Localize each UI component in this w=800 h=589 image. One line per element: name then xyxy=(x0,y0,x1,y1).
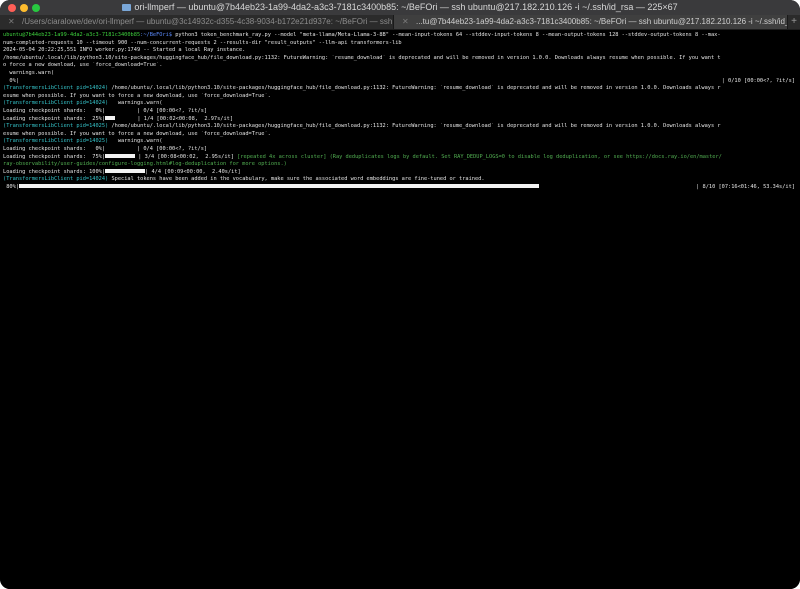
log-text: Special tokens have been added in the vo… xyxy=(108,176,485,183)
terminal-line: (TransformersLibClient pid=14024) warnin… xyxy=(3,100,797,108)
pid-prefix: (TransformersLibClient pid=14025) xyxy=(3,123,109,130)
window-title-wrap: ori-llmperf — ubuntu@7b44eb23-1a99-4da2-… xyxy=(0,2,800,13)
new-tab-button[interactable]: + xyxy=(788,15,800,29)
terminal-line: ray-observability/user-guides/configure-… xyxy=(3,161,287,168)
log-text: | 1/4 [00:02<00:08, 2.97s/it] xyxy=(115,115,234,122)
title-bar[interactable]: ori-llmperf — ubuntu@7b44eb23-1a99-4da2-… xyxy=(0,0,800,16)
tab-ori-llmperf-3c14932c[interactable]: ✕ /Users/ciaralowe/dev/ori-llmperf — ubu… xyxy=(0,15,394,29)
log-text: | 3/4 [00:08<00:02, 2.95s/it] xyxy=(135,153,238,160)
progress-left: 0%| xyxy=(3,77,19,84)
tab-bar: ✕ /Users/ciaralowe/dev/ori-llmperf — ubu… xyxy=(0,15,800,30)
log-text: | 4/4 [00:09<00:00, 2.40s/it] xyxy=(145,168,241,175)
request-progress-bar-row: 80%| | 8/10 [07:16<01:46, 53.34s/it] xyxy=(3,183,797,192)
terminal-line: (TransformersLibClient pid=14024) /home/… xyxy=(3,85,797,93)
terminal-line: esume when possible. If you want to forc… xyxy=(3,92,271,99)
terminal-line: esume when possible. If you want to forc… xyxy=(3,130,271,137)
terminal-line: (TransformersLibClient pid=14024) Specia… xyxy=(3,176,797,184)
terminal-line: ubuntu@7b44eb23-1a99-4da2-a3c3-7181c3400… xyxy=(3,32,797,40)
terminal-line: warnings.warn( xyxy=(3,69,55,76)
prompt-path: :~/BeFOri$ xyxy=(140,32,173,38)
log-text: Loading checkpoint shards: 25%| xyxy=(3,115,106,122)
tab-label: /Users/ciaralowe/dev/ori-llmperf — ubunt… xyxy=(22,17,393,26)
log-text: Loading checkpoint shards: 75%| xyxy=(3,153,106,160)
request-progress-initial: 0%| | 0/10 [00:00<?, ?it/s] xyxy=(3,78,797,86)
terminal-line: Loading checkpoint shards: 100%| | 4/4 [0… xyxy=(3,168,797,177)
log-text: Loading checkpoint shards: 100%| xyxy=(3,168,106,175)
log-text: warnings.warn( xyxy=(108,100,163,107)
pid-prefix: (TransformersLibClient pid=14024) xyxy=(3,85,109,92)
log-text: /home/ubuntu/.local/lib/python3.10/site-… xyxy=(108,123,721,130)
pid-prefix: (TransformersLibClient pid=14024) xyxy=(3,100,109,107)
progress-right: | 0/10 [00:00<?, ?it/s] xyxy=(721,77,795,84)
tab-ori-llmperf-7b44eb23[interactable]: ✕ ...tu@7b44eb23-1a99-4da2-a3c3-7181c340… xyxy=(394,15,788,29)
terminal-line: Loading checkpoint shards: 25%| | 1/4 [0… xyxy=(3,115,797,124)
dedup-note: [repeated 4x across cluster] (Ray dedupl… xyxy=(237,153,722,160)
terminal-window: ori-llmperf — ubuntu@7b44eb23-1a99-4da2-… xyxy=(0,0,800,589)
folder-icon xyxy=(122,4,132,11)
terminal-line: Loading checkpoint shards: 0%| | 0/4 [00… xyxy=(3,107,208,114)
tab-close-icon[interactable]: ✕ xyxy=(402,15,409,29)
terminal-line: (TransformersLibClient pid=14025) /home/… xyxy=(3,123,797,131)
window-title: ori-llmperf — ubuntu@7b44eb23-1a99-4da2-… xyxy=(134,2,678,12)
progress-bar-fill xyxy=(18,183,539,188)
terminal-line: o force a new download, use `force_downl… xyxy=(3,62,163,69)
tab-label: ...tu@7b44eb23-1a99-4da2-a3c3-7181c3400b… xyxy=(416,17,788,26)
pid-prefix: (TransformersLibClient pid=14024) xyxy=(3,176,109,183)
terminal-line: Loading checkpoint shards: 75%| | 3/4 [0… xyxy=(3,153,797,162)
pid-prefix: (TransformersLibClient pid=14025) xyxy=(3,138,109,145)
tab-close-icon[interactable]: ✕ xyxy=(8,15,15,29)
progress-bar-fill xyxy=(105,115,116,120)
terminal-output[interactable]: ubuntu@7b44eb23-1a99-4da2-a3c3-7181c3400… xyxy=(0,30,800,589)
terminal-line: num-completed-requests 10 --timeout 900 … xyxy=(3,39,402,46)
log-text: /home/ubuntu/.local/lib/python3.10/site-… xyxy=(108,85,721,92)
progress-bar-fill xyxy=(105,168,146,173)
prompt-user: ubuntu@7b44eb23-1a99-4da2-a3c3-7181c3400… xyxy=(3,32,141,38)
terminal-line: /home/ubuntu/.local/lib/python3.10/site-… xyxy=(3,54,721,61)
log-text: warnings.warn( xyxy=(108,138,163,145)
progress-bar-fill xyxy=(105,153,136,158)
terminal-line: Loading checkpoint shards: 0%| | 0/4 [00… xyxy=(3,145,208,152)
command-text: python3 token_benchmark_ray.py --model "… xyxy=(172,32,721,38)
terminal-line: 2024-05-04 20:22:25,551 INFO worker.py:1… xyxy=(3,47,246,54)
progress-left: 80%| xyxy=(3,183,19,190)
progress-right: | 8/10 [07:16<01:46, 53.34s/it] xyxy=(696,183,795,190)
terminal-line: (TransformersLibClient pid=14025) warnin… xyxy=(3,138,797,146)
